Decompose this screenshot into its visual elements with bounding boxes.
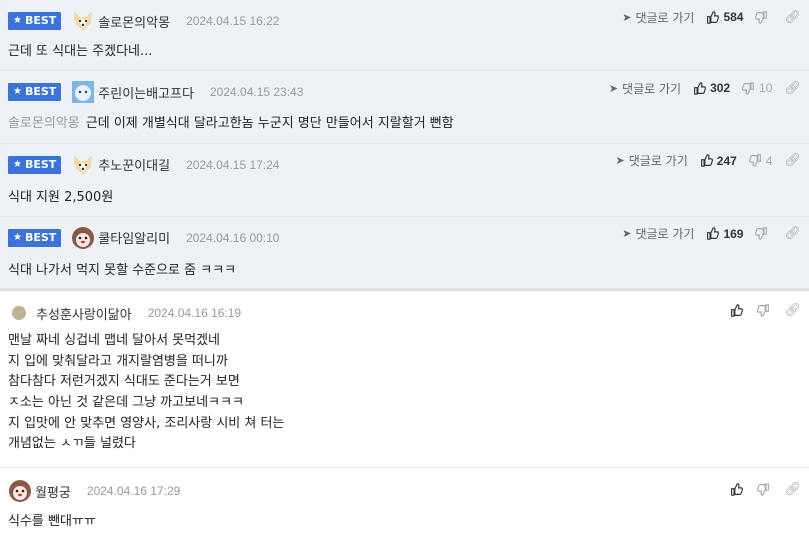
avatar[interactable] bbox=[71, 153, 95, 177]
thumbs-down-icon bbox=[755, 227, 768, 240]
best-comment: ★ BEST 쿨타임알리미 2024.04.16 00:10 ➤ 댓글로 가기 16… bbox=[0, 217, 809, 290]
goto-comment-link[interactable]: ➤ 댓글로 가기 bbox=[622, 225, 694, 242]
like-button[interactable]: 247 bbox=[700, 154, 737, 168]
thumbs-up-icon bbox=[700, 154, 713, 168]
avatar[interactable] bbox=[71, 80, 95, 104]
author-nick[interactable]: 추노꾼이대길 bbox=[98, 155, 170, 174]
goto-comment-link[interactable]: ➤ 댓글로 가기 bbox=[622, 9, 694, 26]
link-icon[interactable]: 🔗︎ bbox=[784, 10, 801, 25]
thumbs-up-icon bbox=[707, 227, 720, 240]
comment-date: 2024.04.16 00:10 bbox=[186, 230, 280, 245]
comment-date: 2024.04.16 16:19 bbox=[147, 306, 242, 321]
best-comment: ★ BEST 추노꾼이대길 2024.04.15 17:24 ➤ 댓글로 가기 24… bbox=[0, 144, 809, 217]
like-button[interactable]: 302 bbox=[693, 81, 730, 95]
comment-text: 맨날 짜네 싱겁네 맵네 달아서 못먹겠네 지 입에 맞춰달라고 개지랄염병을 … bbox=[8, 333, 285, 452]
best-badge: ★ BEST bbox=[8, 155, 62, 174]
avatar[interactable] bbox=[71, 9, 95, 33]
best-badge: ★ BEST bbox=[8, 228, 62, 247]
avatar[interactable] bbox=[8, 479, 32, 503]
link-icon[interactable]: 🔗︎ bbox=[784, 303, 801, 318]
send-arrow-icon: ➤ bbox=[615, 154, 625, 168]
send-arrow-icon: ➤ bbox=[608, 81, 619, 95]
dislike-button[interactable] bbox=[755, 227, 772, 240]
best-comment: ★ BEST 솔로몬의악몽 2024.04.15 16:22 ➤ 댓글로 가기 58… bbox=[0, 0, 809, 71]
author-nick[interactable]: 솔로몬의악몽 bbox=[98, 12, 170, 31]
comment-text: 식대 지원 2,500원 bbox=[8, 189, 114, 205]
comment-text: 솔로몬의악몽 근데 이제 개별식대 달라고한놈 누군지 명단 만들어서 지랄할거 … bbox=[8, 116, 454, 131]
author-nick[interactable]: 월평궁 bbox=[35, 482, 71, 501]
thumbs-down-icon bbox=[748, 154, 761, 168]
comment-text: 식수를 뺀대ㅠㅠ bbox=[8, 514, 96, 530]
like-button[interactable]: 584 bbox=[706, 10, 743, 24]
link-icon[interactable]: 🔗︎ bbox=[784, 226, 801, 241]
comment-date: 2024.04.16 17:29 bbox=[86, 484, 181, 499]
best-comments-section: ★ BEST 솔로몬의악몽 2024.04.15 16:22 ➤ 댓글로 가기 58… bbox=[0, 0, 809, 290]
star-icon: ★ bbox=[13, 86, 22, 97]
thumbs-up-icon[interactable] bbox=[730, 304, 744, 318]
goto-comment-link[interactable]: ➤ 댓글로 가기 bbox=[609, 80, 681, 97]
thumbs-down-icon[interactable] bbox=[757, 304, 770, 318]
comment-date: 2024.04.15 23:43 bbox=[209, 85, 304, 99]
best-badge: ★ BEST bbox=[8, 83, 62, 101]
best-badge: ★ BEST bbox=[8, 12, 62, 30]
thumbs-up-icon[interactable] bbox=[730, 483, 744, 497]
comment: 추성훈사랑이닮아 2024.04.16 16:19 🔗︎ 맨날 짜네 싱겁네 맵… bbox=[0, 291, 809, 469]
send-arrow-icon: ➤ bbox=[622, 227, 632, 240]
comment-text: 근데 또 식대는 주겠다네... bbox=[8, 44, 153, 59]
avatar[interactable] bbox=[71, 226, 95, 250]
dislike-button[interactable] bbox=[755, 10, 772, 24]
thumbs-up-icon bbox=[707, 10, 720, 24]
avatar[interactable] bbox=[12, 306, 26, 321]
star-icon: ★ bbox=[13, 158, 22, 170]
star-icon: ★ bbox=[13, 231, 22, 243]
comment-date: 2024.04.15 16:22 bbox=[186, 14, 280, 28]
link-icon[interactable]: 🔗︎ bbox=[784, 81, 801, 96]
thumbs-down-icon[interactable] bbox=[757, 483, 770, 497]
like-button[interactable]: 169 bbox=[706, 227, 743, 241]
dislike-button[interactable]: 10 bbox=[742, 81, 772, 95]
thumbs-down-icon bbox=[742, 81, 755, 95]
author-nick[interactable]: 주린이는배고프다 bbox=[98, 83, 194, 102]
thumbs-up-icon bbox=[694, 81, 707, 95]
dislike-button[interactable]: 4 bbox=[748, 154, 772, 168]
comment-text: 식대 나가서 먹지 못할 수준으로 줌 ㅋㅋㅋ bbox=[8, 262, 237, 278]
comment-date: 2024.04.15 17:24 bbox=[186, 157, 280, 172]
comment: 월평궁 2024.04.16 17:29 🔗︎ 식수를 뺀대ㅠㅠ bbox=[0, 468, 809, 540]
best-comment: ★ BEST 주린이는배고프다 2024.04.15 23:43 ➤ 댓글로 가기 … bbox=[0, 71, 809, 144]
author-nick[interactable]: 쿨타임알리미 bbox=[98, 228, 170, 247]
author-nick[interactable]: 추성훈사랑이닮아 bbox=[36, 304, 132, 323]
goto-comment-link[interactable]: ➤ 댓글로 가기 bbox=[616, 152, 688, 169]
thumbs-down-icon bbox=[755, 10, 768, 24]
send-arrow-icon: ➤ bbox=[622, 10, 632, 24]
reply-to-nick[interactable]: 솔로몬의악몽 bbox=[8, 116, 80, 131]
link-icon[interactable]: 🔗︎ bbox=[784, 153, 801, 168]
link-icon[interactable]: 🔗︎ bbox=[784, 482, 801, 497]
star-icon: ★ bbox=[13, 15, 22, 26]
